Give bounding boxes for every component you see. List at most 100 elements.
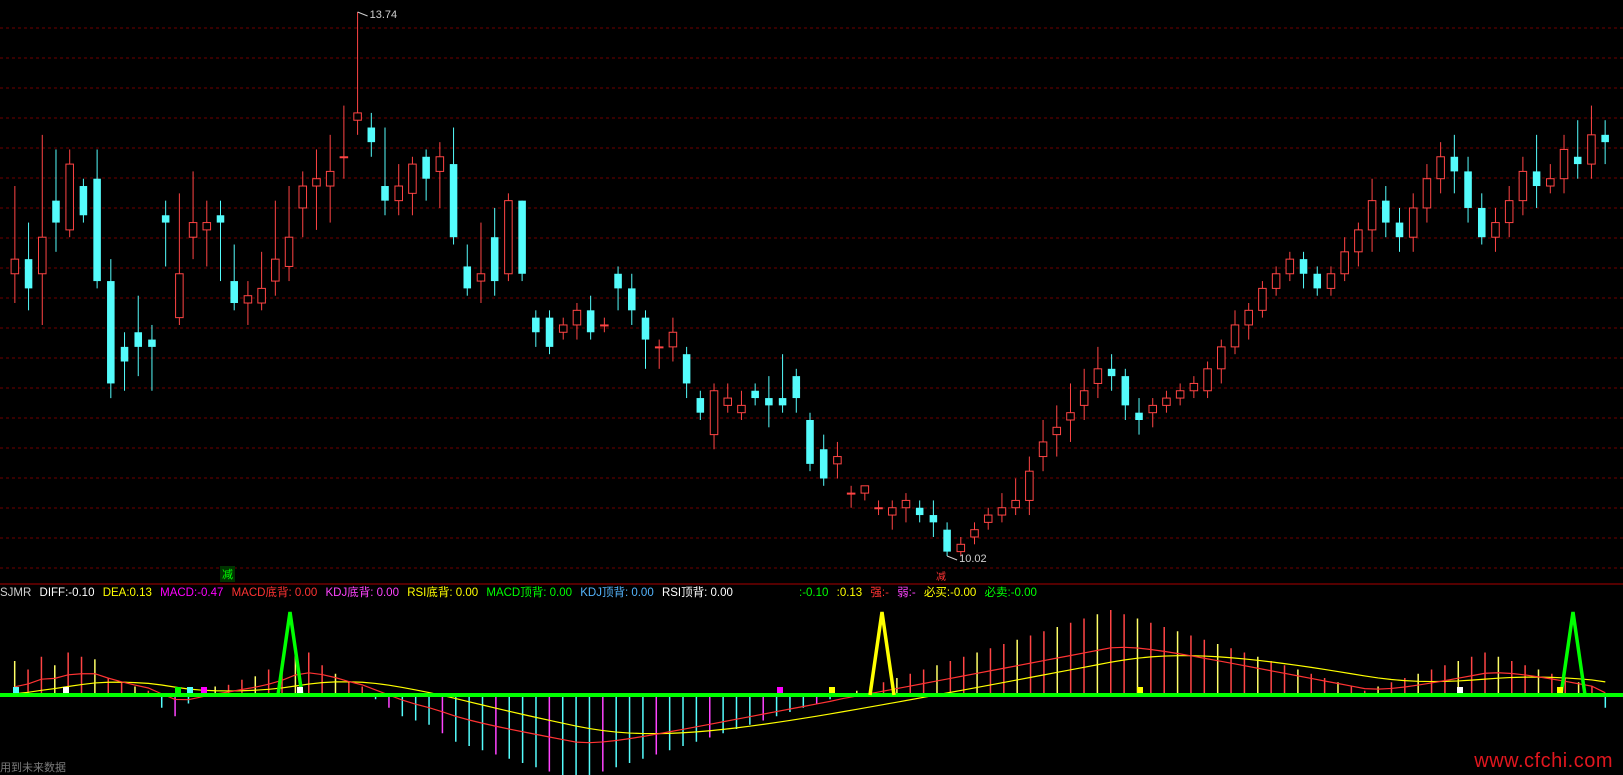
- candle-body: [874, 507, 883, 510]
- signal-readout: :-0.10 :0.13 强:- 弱:- 必买:-0.00 必卖:-0.00: [799, 585, 1042, 601]
- candle-body: [353, 112, 362, 121]
- signal-marker: [63, 687, 69, 693]
- candle-body: [188, 222, 198, 238]
- candle-body: [1422, 178, 1432, 209]
- candle-body: [696, 398, 705, 413]
- candle-body: [1162, 397, 1171, 406]
- candle-body: [230, 281, 238, 304]
- candle-body: [79, 186, 88, 216]
- candle-body: [819, 449, 828, 479]
- candle-body: [1546, 178, 1555, 187]
- candle-body: [367, 127, 376, 143]
- readout-must-buy: 必买:-0.00: [923, 587, 977, 599]
- signal-spike: [868, 611, 896, 696]
- footer-text: 用到未来数据: [0, 762, 66, 774]
- kdj-bottom-key: KDJ底背:: [325, 587, 374, 599]
- candle-body: [161, 215, 170, 223]
- candle-body: [1477, 207, 1486, 238]
- candle-body: [709, 390, 719, 436]
- indicator-legend: SJMR DIFF:-0.10 DEA:0.13 MACD:-0.47 MACD…: [0, 585, 738, 601]
- candle-body: [120, 346, 129, 362]
- macd-bottom-label: MACD底背: 0.00: [232, 587, 318, 599]
- candle-body: [381, 186, 389, 201]
- candle-body: [586, 310, 595, 333]
- candle-body: [654, 346, 664, 349]
- price-high-label: 13.74: [369, 9, 398, 21]
- candle-body: [175, 273, 184, 319]
- rsi-top-key: RSI顶背:: [661, 587, 708, 599]
- candle-body: [1107, 368, 1116, 377]
- candle-body: [792, 376, 801, 399]
- candle-body: [1093, 368, 1103, 384]
- dea-label: DEA:0.13: [103, 587, 152, 599]
- signal-marker: [829, 687, 835, 693]
- signal-marker: [13, 687, 19, 693]
- candle-body: [956, 543, 966, 553]
- candle-body: [93, 178, 101, 282]
- candle-body: [148, 339, 156, 347]
- candle-body: [1217, 346, 1226, 370]
- indicator-name: SJMR: [0, 587, 32, 599]
- kdj-top-label: KDJ顶背: 0.00: [580, 587, 654, 599]
- candle-body: [1340, 251, 1349, 275]
- dea-key: DEA:: [102, 587, 130, 599]
- candle-body: [833, 456, 842, 465]
- candle-body: [860, 485, 870, 494]
- candle-body: [243, 295, 253, 304]
- signal-marker: [297, 687, 303, 693]
- candle-body: [1079, 390, 1089, 406]
- candle-body: [1175, 390, 1185, 399]
- candle-body: [298, 185, 308, 209]
- candle-body: [463, 266, 472, 289]
- candle-body: [1258, 287, 1267, 311]
- rsi-bottom-key: RSI底背:: [407, 587, 453, 599]
- candle-body: [572, 309, 582, 326]
- candle-body: [983, 514, 993, 523]
- candle-body: [628, 288, 636, 311]
- candle-body: [723, 397, 733, 406]
- candle-body: [1148, 404, 1158, 414]
- candle-body: [1066, 412, 1075, 421]
- kdj-bottom-label: KDJ底背: 0.00: [325, 587, 399, 599]
- candle-body: [1382, 200, 1390, 223]
- candle-body: [765, 398, 773, 406]
- candle-body: [257, 287, 266, 304]
- candle-body: [887, 507, 897, 516]
- candle-body: [915, 507, 924, 516]
- candlestick-chart: [0, 11, 1623, 775]
- candle-body: [1313, 273, 1322, 289]
- signal-marker: [175, 687, 181, 693]
- candle-body: [271, 258, 280, 282]
- candle-body: [202, 222, 212, 231]
- high-pointer: [357, 11, 368, 17]
- candle-body: [449, 164, 458, 238]
- candle-body: [532, 317, 540, 333]
- diff-label: DIFF:-0.10: [40, 587, 95, 599]
- watermark: www.cfchi.com: [1474, 750, 1613, 772]
- candle-body: [1450, 156, 1459, 172]
- candle-body: [1052, 426, 1062, 436]
- dea-value: 0.13: [129, 587, 152, 599]
- kdj-top-value: 0.00: [631, 587, 654, 599]
- candle-body: [929, 515, 938, 523]
- candle-body: [970, 529, 979, 538]
- signal-marker: [201, 687, 207, 693]
- candle-body: [339, 156, 349, 159]
- candle-body: [1532, 171, 1541, 187]
- signal-marker: [187, 687, 193, 693]
- candle-body: [134, 332, 143, 347]
- candle-body: [1504, 200, 1514, 224]
- kdj-bottom-value: 0.00: [376, 587, 399, 599]
- macd-bottom-value: 0.00: [294, 587, 318, 599]
- candle-body: [668, 331, 678, 348]
- candle-body: [1354, 229, 1363, 253]
- signal-tag-low: 减: [936, 572, 946, 583]
- candle-body: [806, 420, 814, 464]
- candle-body: [778, 398, 787, 406]
- macd-key: MACD:: [160, 587, 198, 599]
- readout-a: :-0.10: [799, 587, 829, 599]
- candle-body: [1559, 148, 1569, 180]
- candle-body: [1436, 156, 1445, 180]
- candle-body: [1518, 170, 1528, 202]
- candle-body: [1408, 207, 1418, 238]
